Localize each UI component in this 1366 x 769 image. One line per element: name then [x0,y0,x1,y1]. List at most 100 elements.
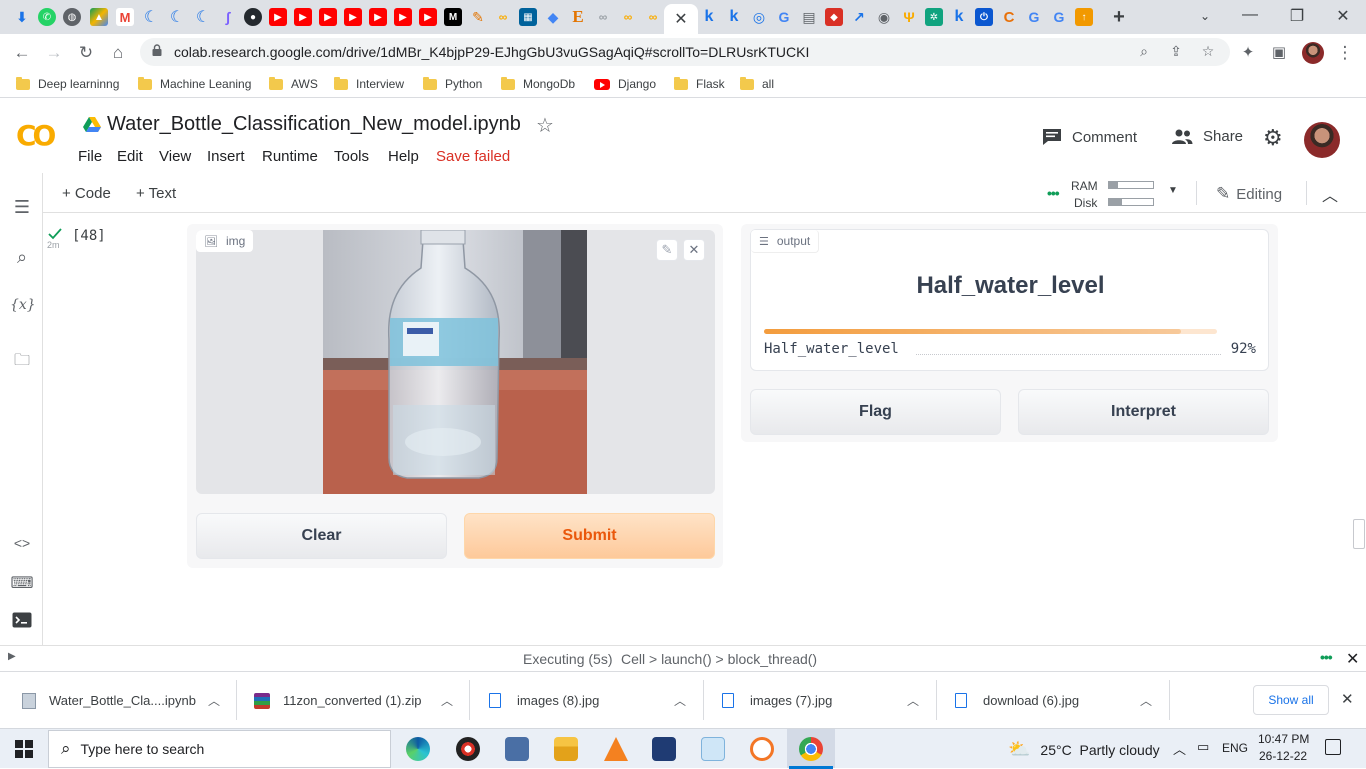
command-palette-icon[interactable]: ⌨ [10,573,34,593]
bookmark-python[interactable]: Python [423,76,482,92]
terminal-icon[interactable] [10,612,34,632]
new-tab-button[interactable]: + [1110,6,1128,28]
toc-list-icon[interactable]: ☰ [10,197,34,217]
youtube-tab-icon-3[interactable]: ▶ [319,8,337,26]
chevron-up-icon[interactable]: ︿ [674,692,686,709]
google-tab-icon[interactable]: G [775,8,793,26]
show-all-downloads-button[interactable]: Show all [1253,685,1329,715]
execution-trace[interactable]: Cell > launch() > block_thread() [621,651,817,667]
edge-app-icon[interactable] [406,737,430,761]
menu-edit[interactable]: Edit [117,148,143,165]
flag-button[interactable]: Flag [750,389,1001,435]
medium-tab-icon[interactable]: M [444,8,462,26]
k-tab-icon[interactable]: k [700,8,718,26]
snowflake-app-icon[interactable] [701,737,725,761]
download-item[interactable]: images (8).jpg [489,672,599,729]
file-explorer-app-icon[interactable] [554,737,578,761]
c-tab-icon[interactable]: C [1000,8,1018,26]
download-item[interactable]: images (7).jpg [722,672,832,729]
address-bar[interactable]: colab.research.google.com/drive/1dMBr_K4… [140,38,1230,66]
reload-icon[interactable]: ↻ [75,42,97,64]
add-code-button[interactable]: + Code [62,185,111,202]
edit-image-button[interactable]: ✎ [656,239,678,261]
bookmark-star-icon[interactable]: ☆ [1199,43,1217,60]
clock-date[interactable]: 26-12-22 [1259,749,1307,763]
moon-tab-icon-2[interactable]: ☾ [168,8,186,26]
resources-dropdown-icon[interactable]: ▼ [1168,185,1178,196]
youtube-tab-icon-4[interactable]: ▶ [344,8,362,26]
variables-icon[interactable]: {x} [10,297,36,317]
extensions-icon[interactable]: ✦ [1237,42,1259,64]
colab-tab-icon-2[interactable]: ∞ [619,8,637,26]
target-tab-icon[interactable]: ◉ [875,8,893,26]
image-input-box[interactable]: 🖼 img ✎ ✕ [196,230,715,494]
bookmark-aws[interactable]: AWS [269,76,318,92]
back-arrow-icon[interactable]: ← [11,42,33,64]
add-text-button[interactable]: + Text [136,185,176,202]
menu-file[interactable]: File [78,148,102,165]
minimize-button[interactable]: — [1230,6,1270,24]
notifications-icon[interactable] [1325,739,1341,755]
remove-image-button[interactable]: ✕ [683,239,705,261]
submit-button[interactable]: Submit [464,513,715,559]
menu-view[interactable]: View [159,148,191,165]
moon-tab-icon[interactable]: ☾ [142,8,160,26]
menu-runtime[interactable]: Runtime [262,148,318,165]
github-tab-icon[interactable]: ● [244,8,262,26]
taskbar-search-box[interactable]: ⌕ Type here to search [48,730,391,768]
youtube-tab-icon-5[interactable]: ▶ [369,8,387,26]
share-page-icon[interactable]: ⇪ [1167,43,1185,60]
code-snippets-icon[interactable]: <> [10,535,34,555]
menu-tools[interactable]: Tools [334,148,369,165]
infinity-tab-icon[interactable]: ∞ [594,8,612,26]
k-tab-icon-2[interactable]: k [725,8,743,26]
globe-tab-icon[interactable]: ◍ [63,8,81,26]
maximize-button[interactable]: ❐ [1277,6,1317,26]
save-status[interactable]: Save failed [436,148,510,165]
side-panel-icon[interactable]: ▣ [1268,42,1290,64]
network-icon[interactable]: ▭ [1197,739,1209,755]
doc-tab-icon[interactable]: ▤ [800,8,818,26]
bookmark-deep-learning[interactable]: Deep learninng [16,76,119,92]
google-tab-icon-2[interactable]: G [1025,8,1043,26]
interpret-button[interactable]: Interpret [1018,389,1269,435]
settings-gear-icon[interactable]: ⚙ [1263,125,1283,151]
code-editor-app-icon[interactable] [652,737,676,761]
jupyter-app-icon[interactable] [750,737,774,761]
menu-help[interactable]: Help [388,148,419,165]
whatsapp-tab-icon[interactable]: ✆ [38,8,56,26]
download-item[interactable]: download (6).jpg [955,672,1079,729]
status-expand-icon[interactable]: ▶ [8,651,16,662]
clock-time[interactable]: 10:47 PM [1258,732,1309,746]
comment-button[interactable]: Comment [1042,128,1137,146]
monitor-app-icon[interactable] [505,737,529,761]
bookmark-mongodb[interactable]: MongoDb [501,76,575,92]
weather-widget[interactable]: ⛅ 25°C Partly cloudy [1008,739,1160,760]
tray-overflow-chevron-icon[interactable]: ︿ [1173,739,1186,758]
notebook-scrollbar-thumb[interactable] [1353,519,1365,549]
kebab-menu-icon[interactable]: ⋮ [1334,42,1356,64]
forward-arrow-icon[interactable]: → [43,42,65,64]
ram-usage-bar[interactable] [1108,181,1154,189]
colab-tab-icon-3[interactable]: ∞ [644,8,662,26]
tab-search-chevron-icon[interactable]: ⌄ [1185,9,1225,23]
moon-tab-icon-3[interactable]: ☾ [194,8,212,26]
drive-tab-icon[interactable]: ▲ [90,8,108,26]
editing-mode-button[interactable]: ✎ Editing [1216,184,1282,204]
pencil-tab-icon[interactable]: ✎ [469,8,487,26]
close-downloads-icon[interactable]: ✕ [1341,690,1354,708]
search-icon[interactable]: ⌕ [10,247,34,267]
colab-logo[interactable]: CO [16,119,56,152]
account-avatar[interactable] [1304,122,1340,158]
chevron-up-icon[interactable]: ︿ [907,692,919,709]
bookmark-django[interactable]: Django [594,76,656,92]
power-tab-icon[interactable]: ⏻ [975,8,993,26]
youtube-tab-icon-2[interactable]: ▶ [294,8,312,26]
diamond-tab-icon[interactable]: ◆ [544,8,562,26]
home-icon[interactable]: ⌂ [107,42,129,64]
windows-start-icon[interactable] [15,740,33,758]
openai-tab-icon[interactable]: ✲ [925,8,943,26]
clear-button[interactable]: Clear [196,513,447,559]
star-icon[interactable]: ☆ [536,113,554,138]
chevron-up-icon[interactable]: ︿ [1140,692,1152,709]
